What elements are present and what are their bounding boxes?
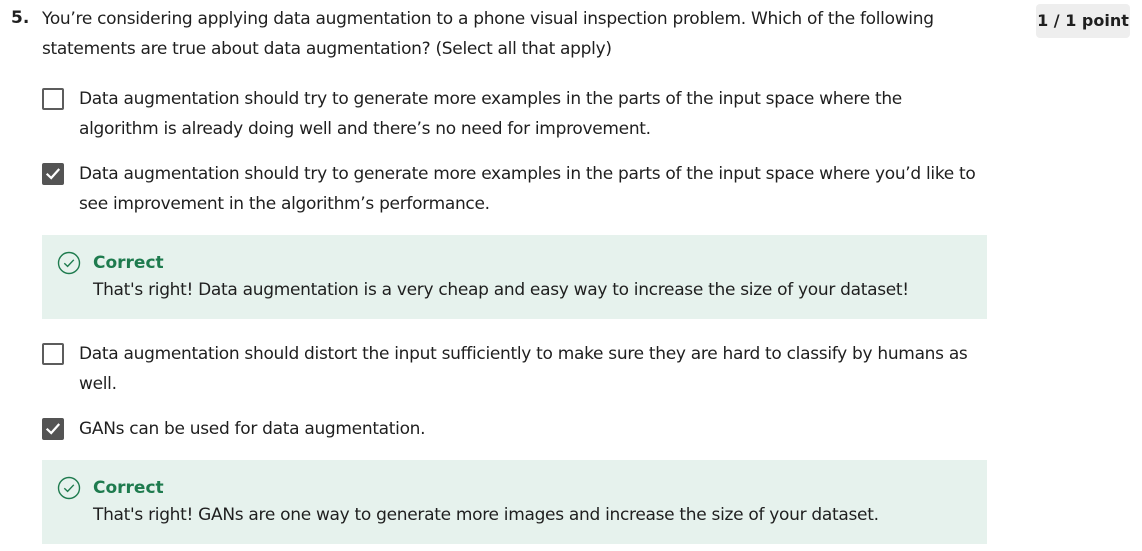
points-badge: 1 / 1 point [1036,4,1130,38]
checkmark-icon [45,423,61,435]
feedback-panel-2: Correct That's right! GANs are one way t… [42,460,987,544]
option-label-1[interactable]: Data augmentation should try to generate… [79,84,984,144]
feedback-title-1: Correct [93,253,164,273]
checkbox-2[interactable] [42,163,64,185]
option-label-4[interactable]: GANs can be used for data augmentation. [79,414,984,444]
question-number: 5. [11,8,30,28]
checkbox-3[interactable] [42,343,64,365]
checkbox-1[interactable] [42,88,64,110]
question-prompt: You’re considering applying data augment… [42,9,934,59]
check-circle-icon [57,476,81,500]
feedback-title-2: Correct [93,478,164,498]
feedback-text-2: That's right! GANs are one way to genera… [93,505,879,525]
checkmark-icon [45,168,61,180]
checkbox-4[interactable] [42,418,64,440]
feedback-panel-1: Correct That's right! Data augmentation … [42,235,987,319]
option-label-3[interactable]: Data augmentation should distort the inp… [79,339,984,399]
option-label-2[interactable]: Data augmentation should try to generate… [79,159,984,219]
feedback-text-1: That's right! Data augmentation is a ver… [93,280,909,300]
check-circle-icon [57,251,81,275]
